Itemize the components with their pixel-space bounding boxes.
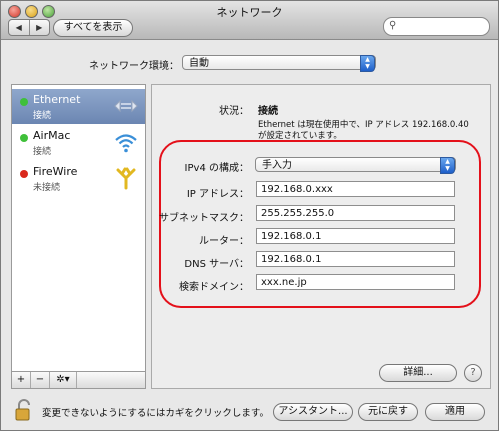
dns-server-label: DNS サーバ： [184,259,249,270]
service-name: AirMac [33,129,71,142]
back-forward-control: ◀ ▶ [8,19,50,36]
revert-button[interactable]: 元に戻す [358,403,418,421]
status-dot [20,98,28,106]
lock-icon[interactable] [15,399,33,421]
service-status: 未接続 [33,183,61,193]
ip-address-label: IP アドレス： [186,189,249,200]
title-bar: ネットワーク ◀ ▶ すべてを表示 ⚲ [1,1,498,40]
remove-service-button[interactable]: − [31,372,50,388]
status-label: 状況： [219,106,249,117]
status-dot [20,170,28,178]
service-airmac[interactable]: AirMac 接続 [12,125,145,160]
popup-arrows-icon: ▲ ▼ [440,157,455,174]
network-preferences-window: ネットワーク ◀ ▶ すべてを表示 ⚲ ネットワーク環境： 自動 ▲ ▼ Ethe… [0,0,499,431]
status-value: 接続 [258,106,278,117]
assistant-button[interactable]: アシスタント... [273,403,353,421]
firewire-icon [116,167,136,190]
ipv4-config-select[interactable]: 手入力 ▲ ▼ [255,157,456,174]
status-dot [20,134,28,142]
dns-server-field[interactable]: 192.168.0.1 [256,251,455,267]
back-button[interactable]: ◀ [9,20,29,35]
subnet-mask-label: サブネットマスク： [159,213,249,224]
add-service-button[interactable]: + [12,372,31,388]
apply-button[interactable]: 適用 [425,403,485,421]
router-field[interactable]: 192.168.0.1 [256,228,455,244]
location-label: ネットワーク環境： [89,61,179,72]
subnet-mask-field[interactable]: 255.255.255.0 [256,205,455,221]
router-label: ルーター： [199,236,249,247]
help-button[interactable]: ? [464,364,482,382]
wifi-icon [115,134,137,153]
advanced-button[interactable]: 詳細... [379,364,457,382]
ip-address-field[interactable]: 192.168.0.xxx [256,181,455,197]
lock-message: 変更できないようにするにはカギをクリックします。 [42,408,269,419]
search-icon: ⚲ [389,20,397,31]
service-firewire[interactable]: FireWire 未接続 [12,161,145,196]
service-ethernet[interactable]: Ethernet 接続 [12,89,145,124]
service-status: 接続 [33,111,52,121]
search-field[interactable]: ⚲ [383,17,490,36]
popup-arrows-icon: ▲ ▼ [360,55,375,72]
ethernet-icon [114,99,138,113]
location-select[interactable]: 自動 ▲ ▼ [182,55,376,72]
forward-button[interactable]: ▶ [28,20,50,35]
search-domain-label: 検索ドメイン： [179,282,249,293]
ipv4-config-value: 手入力 [262,160,292,171]
show-all-button[interactable]: すべてを表示 [53,19,133,37]
service-name: FireWire [33,165,78,178]
service-list-controls: + − ✲▾ [11,371,146,389]
gear-menu-button[interactable]: ✲▾ [50,372,77,388]
search-domain-field[interactable]: xxx.ne.jp [256,274,455,290]
service-list: Ethernet 接続 AirMac 接続 FireWire 未接続 [11,84,146,386]
location-value: 自動 [189,58,209,69]
service-name: Ethernet [33,93,81,106]
status-description: Ethernet は現在使用中で、IP アドレス 192.168.0.40 が設… [258,120,469,141]
service-status: 接続 [33,147,52,157]
ipv4-config-label: IPv4 の構成： [184,163,249,174]
